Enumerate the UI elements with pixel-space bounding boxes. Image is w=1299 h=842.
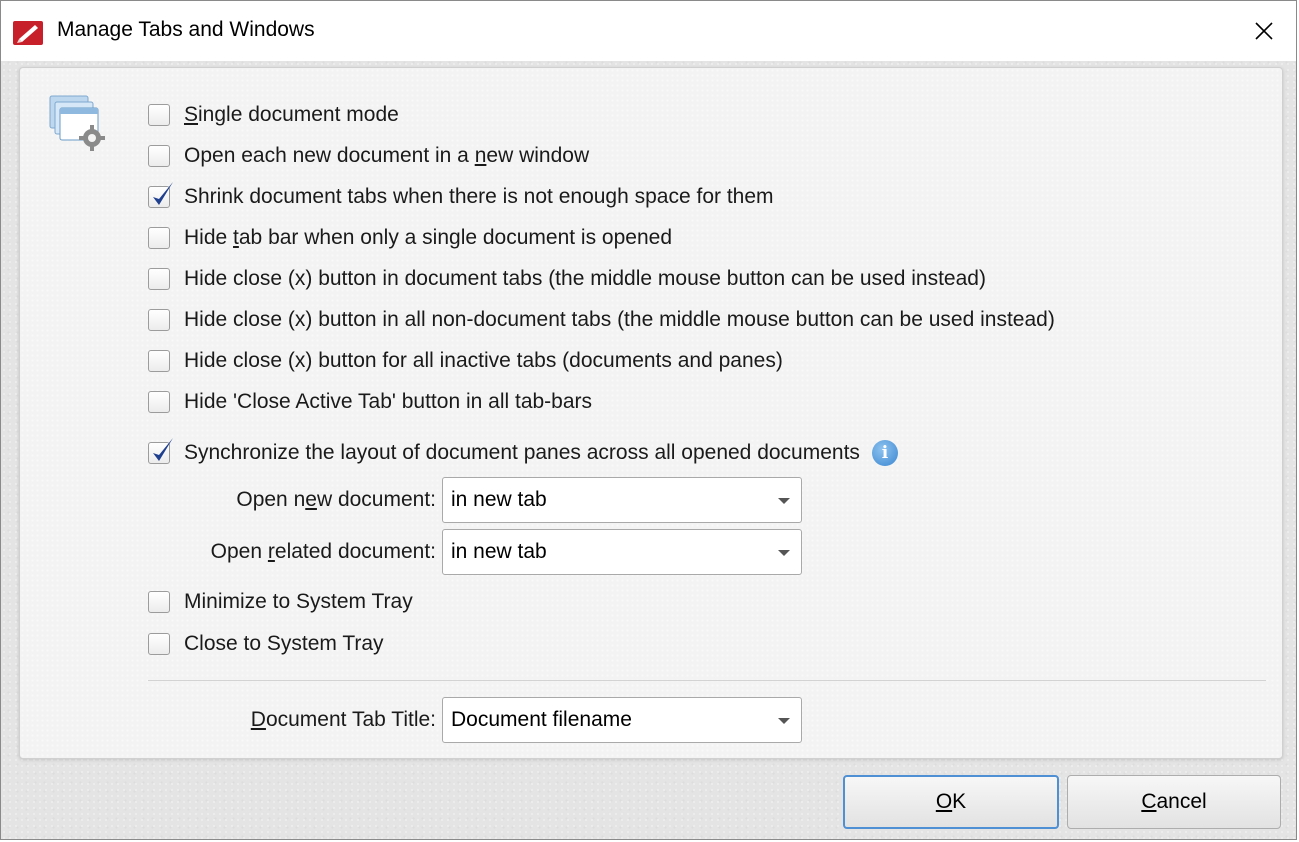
option-label: Synchronize the layout of document panes…	[184, 441, 860, 464]
option-hide-tab-bar[interactable]: Hide tab bar when only a single document…	[148, 223, 672, 253]
option-label: Hide close (x) button in document tabs (…	[184, 267, 986, 290]
chevron-down-icon	[778, 498, 790, 504]
option-label: Minimize to System Tray	[184, 590, 413, 613]
checkmark-icon	[153, 182, 173, 205]
checkbox[interactable]	[148, 633, 170, 655]
document-tab-title-row: Document Tab Title: Document filename	[186, 697, 802, 743]
dialog-window: Manage Tabs and Windows Single document …	[0, 0, 1297, 840]
document-tab-title-label: Document Tab Title:	[250, 708, 436, 731]
cancel-button[interactable]: Cancel	[1067, 775, 1281, 829]
option-single-document-mode[interactable]: Single document mode	[148, 100, 399, 130]
open-related-document-label: Open related document:	[210, 540, 436, 563]
info-icon[interactable]: i	[871, 440, 898, 466]
select-value: in new tab	[451, 488, 547, 511]
option-minimize-to-tray[interactable]: Minimize to System Tray	[148, 587, 413, 617]
divider	[148, 680, 1266, 681]
checkbox-checked[interactable]	[148, 182, 173, 208]
checkbox[interactable]	[148, 350, 170, 372]
open-related-document-row: Open related document: in new tab	[186, 529, 802, 575]
option-label: Hide close (x) button for all inactive t…	[184, 349, 783, 372]
checkbox[interactable]	[148, 227, 170, 249]
windows-settings-icon	[46, 92, 110, 156]
option-label: Open each new document in a new window	[184, 144, 590, 167]
option-label: Hide 'Close Active Tab' button in all ta…	[184, 390, 593, 413]
option-label: Hide tab bar when only a single document…	[184, 226, 672, 249]
checkbox[interactable]	[148, 391, 170, 413]
title-bar: Manage Tabs and Windows	[1, 1, 1296, 61]
option-hide-close-inactive-tabs[interactable]: Hide close (x) button for all inactive t…	[148, 346, 783, 376]
checkmark-icon	[153, 438, 173, 461]
option-label: Close to System Tray	[184, 632, 384, 655]
checkbox[interactable]	[148, 268, 170, 290]
option-close-to-tray[interactable]: Close to System Tray	[148, 629, 384, 659]
option-label: Single document mode	[184, 103, 399, 126]
close-icon[interactable]	[1242, 11, 1286, 51]
option-shrink-tabs[interactable]: Shrink document tabs when there is not e…	[148, 182, 774, 212]
open-new-document-select[interactable]: in new tab	[442, 477, 802, 523]
pdf-app-icon	[13, 19, 45, 47]
select-value: in new tab	[451, 540, 547, 563]
option-hide-close-non-document-tabs[interactable]: Hide close (x) button in all non-documen…	[148, 305, 1055, 335]
open-related-document-select[interactable]: in new tab	[442, 529, 802, 575]
checkbox-checked[interactable]	[148, 438, 173, 464]
ok-button[interactable]: OK	[843, 775, 1059, 829]
options-panel: Single document mode Open each new docum…	[19, 67, 1283, 759]
document-tab-title-select[interactable]: Document filename	[442, 697, 802, 743]
checkbox[interactable]	[148, 309, 170, 331]
option-label: Shrink document tabs when there is not e…	[184, 185, 774, 208]
open-new-document-label: Open new document:	[236, 488, 436, 511]
option-hide-close-document-tabs[interactable]: Hide close (x) button in document tabs (…	[148, 264, 986, 294]
select-value: Document filename	[451, 708, 632, 731]
checkbox[interactable]	[148, 145, 170, 167]
checkbox[interactable]	[148, 104, 170, 126]
ok-button-label: OK	[935, 790, 967, 813]
window-title: Manage Tabs and Windows	[57, 18, 315, 41]
chevron-down-icon	[778, 718, 790, 724]
option-label: Hide close (x) button in all non-documen…	[184, 308, 1055, 331]
checkbox[interactable]	[148, 591, 170, 613]
option-hide-close-active-tab-button[interactable]: Hide 'Close Active Tab' button in all ta…	[148, 387, 592, 417]
option-open-new-window[interactable]: Open each new document in a new window	[148, 141, 589, 171]
option-synchronize-layout[interactable]: Synchronize the layout of document panes…	[148, 438, 898, 468]
open-new-document-row: Open new document: in new tab	[186, 477, 802, 523]
chevron-down-icon	[778, 550, 790, 556]
cancel-button-label: Cancel	[1141, 790, 1207, 813]
